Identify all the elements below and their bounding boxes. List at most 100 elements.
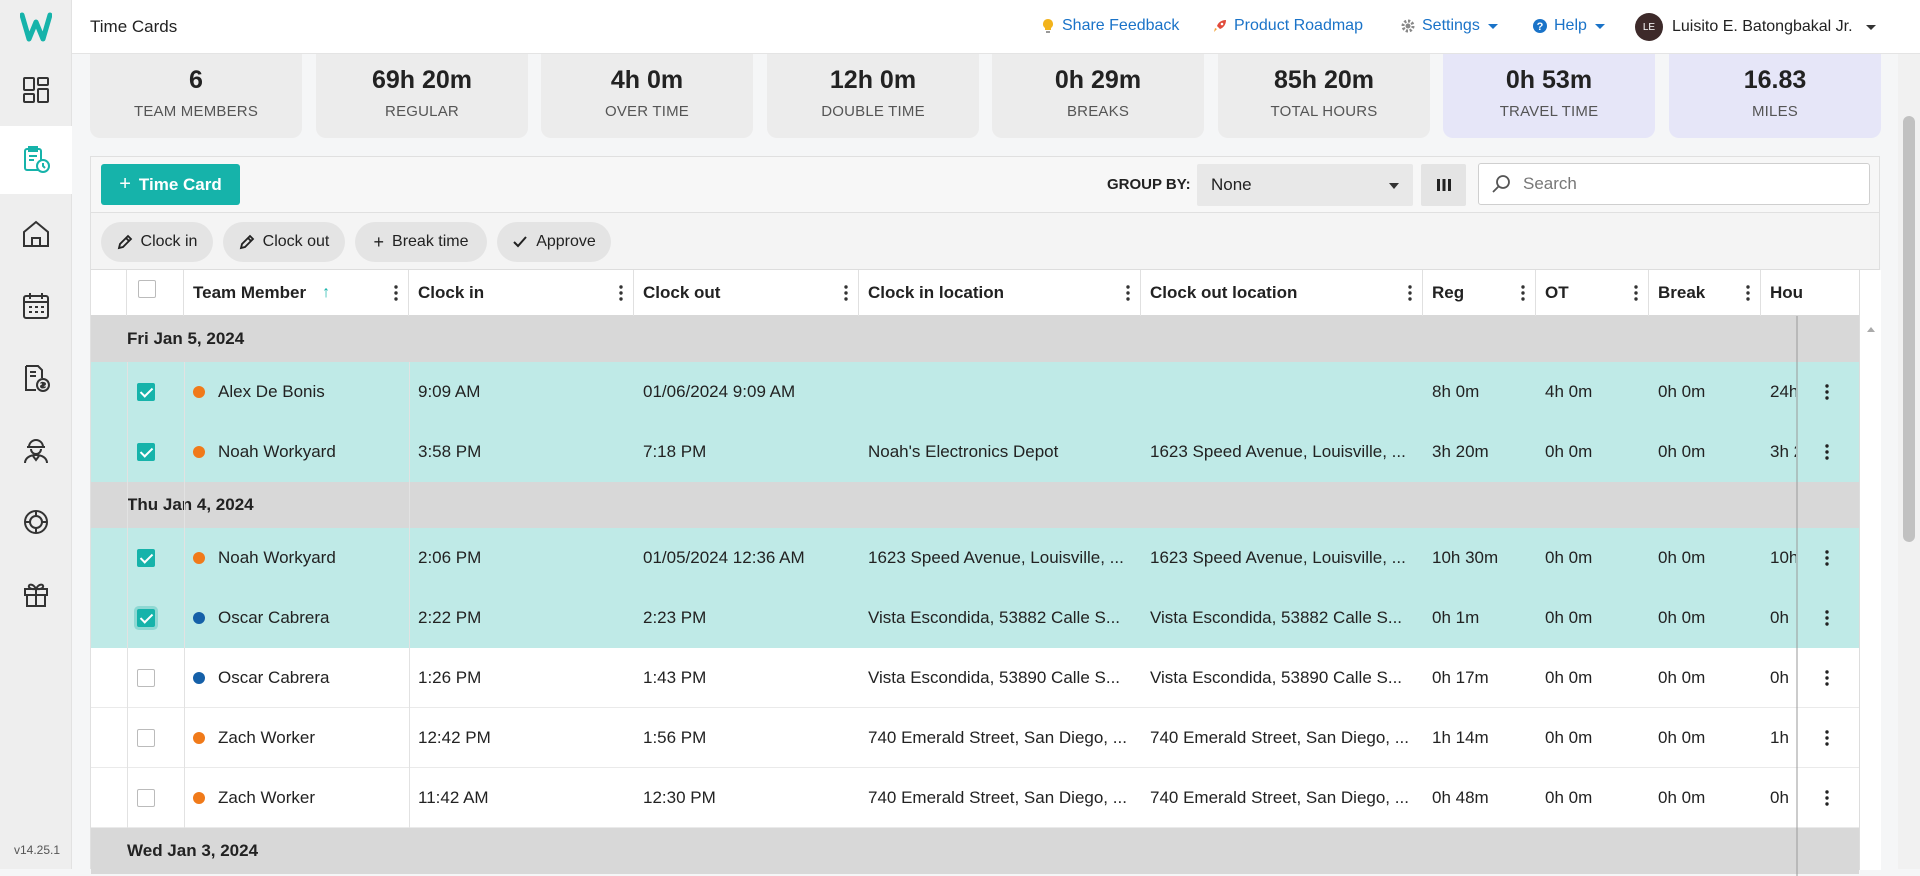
row-checkbox[interactable] [137,729,155,747]
group-header[interactable]: Wed Jan 3, 2024 [91,828,1859,874]
team-member-cell: Zach Worker [193,768,407,828]
user-menu[interactable]: LE Luisito E. Batongbakal Jr. [1635,13,1876,41]
sidebar: v14.25.1 [0,0,72,869]
stat-label: DOUBLE TIME [821,103,925,120]
frozen-column-shadow [1796,316,1798,876]
search-input[interactable] [1523,174,1843,194]
clock-out-action-label: Clock out [262,233,330,250]
workyard-logo[interactable] [20,12,52,42]
clock-in-action-label: Clock in [140,233,198,250]
reg-cell: 0h 1m [1432,608,1480,627]
hours-cell: 1h [1770,728,1789,747]
page-scrollbar[interactable] [1898,54,1920,869]
user-name: Luisito E. Batongbakal Jr. [1672,18,1853,35]
column-menu-icon[interactable] [844,285,848,301]
column-reg[interactable]: Reg [1423,270,1536,316]
clock-in-cell: 2:06 PM [418,548,482,567]
settings-menu[interactable]: Settings [1400,17,1498,35]
help-menu[interactable]: ? Help [1532,17,1605,35]
column-menu-icon[interactable] [394,285,398,301]
clock-out-location-cell: Vista Escondida, 53890 Calle S... [1150,668,1403,687]
row-menu-icon[interactable] [1825,550,1829,566]
column-clock-in[interactable]: Clock in [409,270,634,316]
scroll-up-icon[interactable] [1860,318,1882,342]
stat-value: 12h 0m [829,66,917,94]
column-menu-icon[interactable] [1746,285,1750,301]
table-row[interactable]: Oscar Cabrera 2:22 PM 2:23 PM Vista Esco… [91,588,1859,648]
integrations-icon [24,510,48,534]
team-member-cell: Noah Workyard [193,422,407,482]
clock-out-action[interactable]: Clock out [223,222,345,262]
column-menu-icon[interactable] [1634,285,1638,301]
select-all-checkbox[interactable] [138,280,156,298]
approve-action[interactable]: Approve [497,222,611,262]
sidebar-item-team[interactable] [0,416,72,484]
clock-out-cell: 1:56 PM [643,728,707,747]
status-dot [193,612,205,624]
column-clock-out[interactable]: Clock out [634,270,859,316]
row-menu-icon[interactable] [1825,730,1829,746]
header-spacer [91,270,127,316]
column-chooser-button[interactable] [1421,164,1466,206]
row-checkbox[interactable] [137,669,155,687]
sidebar-item-schedule[interactable] [0,272,72,340]
ot-cell: 0h 0m [1545,442,1593,461]
table-row[interactable]: Noah Workyard 2:06 PM 01/05/2024 12:36 A… [91,528,1859,588]
column-clock-in-location[interactable]: Clock in location [859,270,1141,316]
clock-in-location-cell: Vista Escondida, 53882 Calle S... [868,608,1121,627]
row-checkbox[interactable] [137,383,155,401]
column-menu-icon[interactable] [1521,285,1525,301]
column-menu-icon[interactable] [1408,285,1412,301]
team-member-cell: Oscar Cabrera [193,648,407,708]
group-by-select[interactable]: None [1197,164,1413,206]
stat-regular: 69h 20m REGULAR [316,54,528,138]
column-break[interactable]: Break [1649,270,1761,316]
row-checkbox[interactable] [137,443,155,461]
share-feedback-link[interactable]: Share Feedback [1040,17,1179,35]
reg-cell: 3h 20m [1432,442,1489,461]
sidebar-item-payroll[interactable] [0,344,72,412]
stat-label: OVER TIME [604,103,690,120]
column-hours[interactable]: Hou [1761,270,1859,316]
row-menu-icon[interactable] [1825,670,1829,686]
sidebar-item-time-cards[interactable] [0,126,72,194]
sort-ascending-icon[interactable]: ↑ [322,284,330,302]
table-row[interactable]: Noah Workyard 3:58 PM 7:18 PM Noah's Ele… [91,422,1859,482]
table-scrollbar[interactable] [1859,270,1881,870]
column-label: Team Member [193,283,307,302]
row-menu-icon[interactable] [1825,790,1829,806]
sidebar-item-home[interactable] [0,200,72,268]
chevron-down-icon [1487,23,1498,29]
sidebar-item-rewards[interactable] [0,560,72,628]
sidebar-item-dashboard[interactable] [0,56,72,124]
add-time-card-button[interactable]: + Time Card [101,164,240,205]
page-scrollbar-thumb[interactable] [1903,116,1915,542]
row-menu-icon[interactable] [1825,610,1829,626]
break-time-action[interactable]: + Break time [355,222,487,262]
group-header[interactable]: Thu Jan 4, 2024 [91,482,1859,528]
row-checkbox[interactable] [137,609,155,627]
table-row[interactable]: Oscar Cabrera 1:26 PM 1:43 PM Vista Esco… [91,648,1859,708]
column-label: Clock out location [1150,283,1298,302]
reg-cell: 0h 48m [1432,788,1489,807]
column-menu-icon[interactable] [619,285,623,301]
group-header[interactable]: Fri Jan 5, 2024 [91,316,1859,362]
row-menu-icon[interactable] [1825,444,1829,460]
column-team-member[interactable]: Team Member ↑ [184,270,409,316]
sidebar-item-integrations[interactable] [0,488,72,556]
table-row[interactable]: Alex De Bonis 9:09 AM 01/06/2024 9:09 AM… [91,362,1859,422]
row-checkbox[interactable] [137,549,155,567]
product-roadmap-link[interactable]: Product Roadmap [1212,17,1363,35]
table-row[interactable]: Zach Worker 11:42 AM 12:30 PM 740 Emeral… [91,768,1859,828]
row-menu-icon[interactable] [1825,384,1829,400]
column-clock-out-location[interactable]: Clock out location [1141,270,1423,316]
row-checkbox[interactable] [137,789,155,807]
clock-in-action[interactable]: Clock in [101,222,213,262]
table-row[interactable]: Zach Worker 12:42 PM 1:56 PM 740 Emerald… [91,708,1859,768]
stat-total-hours: 85h 20m TOTAL HOURS [1218,54,1430,138]
column-menu-icon[interactable] [1126,285,1130,301]
group-by-label: GROUP BY: [1107,176,1191,193]
team-member-cell: Zach Worker [193,708,407,768]
clock-in-location-cell: Noah's Electronics Depot [868,442,1059,461]
column-ot[interactable]: OT [1536,270,1649,316]
